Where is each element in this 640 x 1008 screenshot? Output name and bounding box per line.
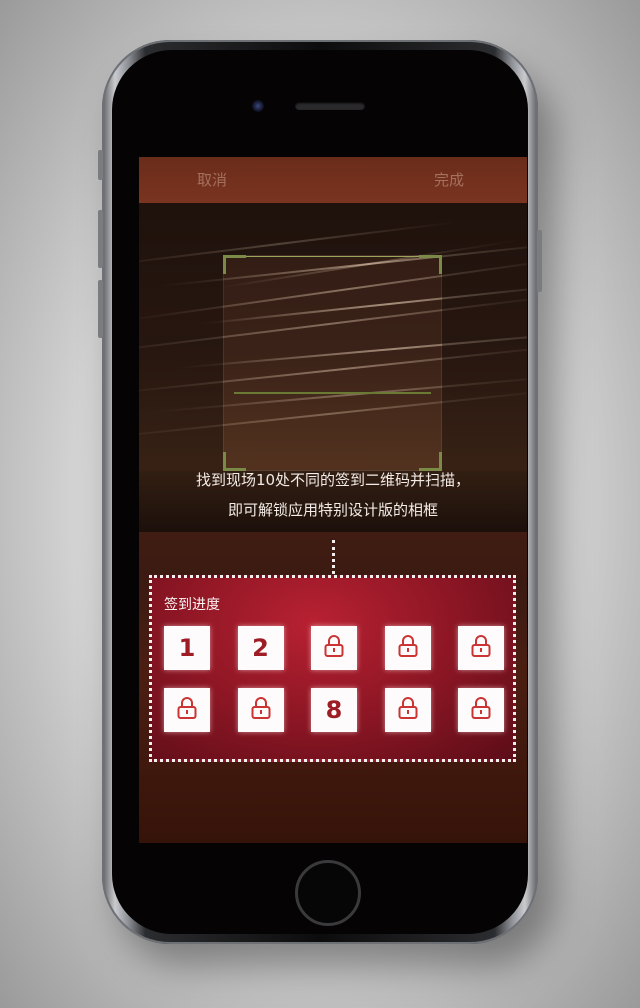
home-button[interactable] (295, 860, 361, 926)
progress-title: 签到进度 (164, 597, 220, 613)
done-button[interactable]: 完成 (434, 169, 464, 190)
progress-slot-unlocked[interactable]: 2 (237, 626, 284, 670)
instructions-line-1: 找到现场10处不同的签到二维码并扫描， (195, 471, 471, 489)
qr-scan-frame (223, 255, 442, 471)
scan-mask-top (139, 203, 527, 255)
slot-number: 1 (178, 634, 196, 662)
power-button (537, 230, 542, 292)
progress-slot-locked[interactable] (237, 688, 284, 732)
cancel-button[interactable]: 取消 (197, 169, 227, 190)
earpiece-speaker (295, 102, 365, 110)
lock-icon (176, 696, 198, 724)
front-camera (252, 100, 264, 112)
scan-mask-right (442, 255, 527, 471)
scan-corner-top-right (419, 255, 442, 274)
scan-frame-top-edge (244, 256, 421, 257)
scan-corner-top-left (223, 255, 246, 274)
progress-slot-locked[interactable] (458, 688, 504, 732)
progress-slot-locked[interactable] (384, 626, 431, 670)
lock-icon (323, 634, 345, 662)
progress-slot-locked[interactable] (458, 626, 504, 670)
slot-number: 2 (252, 634, 269, 662)
app-screen: 取消 完成 找到现场10处不同的签到二维码并扫描， 即可解锁应用特别设计版的相框… (139, 157, 527, 843)
scan-mask-left (139, 255, 223, 471)
instructions-line-2: 即可解锁应用特别设计版的相框 (227, 501, 438, 519)
phone-bezel: 取消 完成 找到现场10处不同的签到二维码并扫描， 即可解锁应用特别设计版的相框… (112, 50, 528, 934)
volume-up-button (98, 210, 103, 268)
dotted-connector (332, 540, 335, 574)
progress-slot-locked[interactable] (311, 626, 357, 670)
progress-slot-unlocked[interactable]: 8 (311, 688, 357, 732)
lock-icon (397, 634, 419, 662)
scan-instructions: 找到现场10处不同的签到二维码并扫描， 即可解锁应用特别设计版的相框 (139, 465, 527, 525)
volume-down-button (98, 280, 103, 338)
mute-switch (98, 150, 103, 180)
progress-slot-locked[interactable] (164, 688, 210, 732)
phone-device: 取消 完成 找到现场10处不同的签到二维码并扫描， 即可解锁应用特别设计版的相框… (98, 40, 542, 944)
lock-icon (397, 696, 419, 724)
navigation-bar: 取消 完成 (139, 157, 527, 203)
slot-number: 8 (325, 696, 343, 724)
lock-icon (250, 696, 272, 724)
scan-line (234, 392, 431, 394)
checkin-progress-panel: 签到进度 1 2 8 (149, 575, 516, 762)
progress-slot-locked[interactable] (384, 688, 431, 732)
lock-icon (470, 634, 492, 662)
progress-slot-unlocked[interactable]: 1 (164, 626, 210, 670)
lock-icon (470, 696, 492, 724)
